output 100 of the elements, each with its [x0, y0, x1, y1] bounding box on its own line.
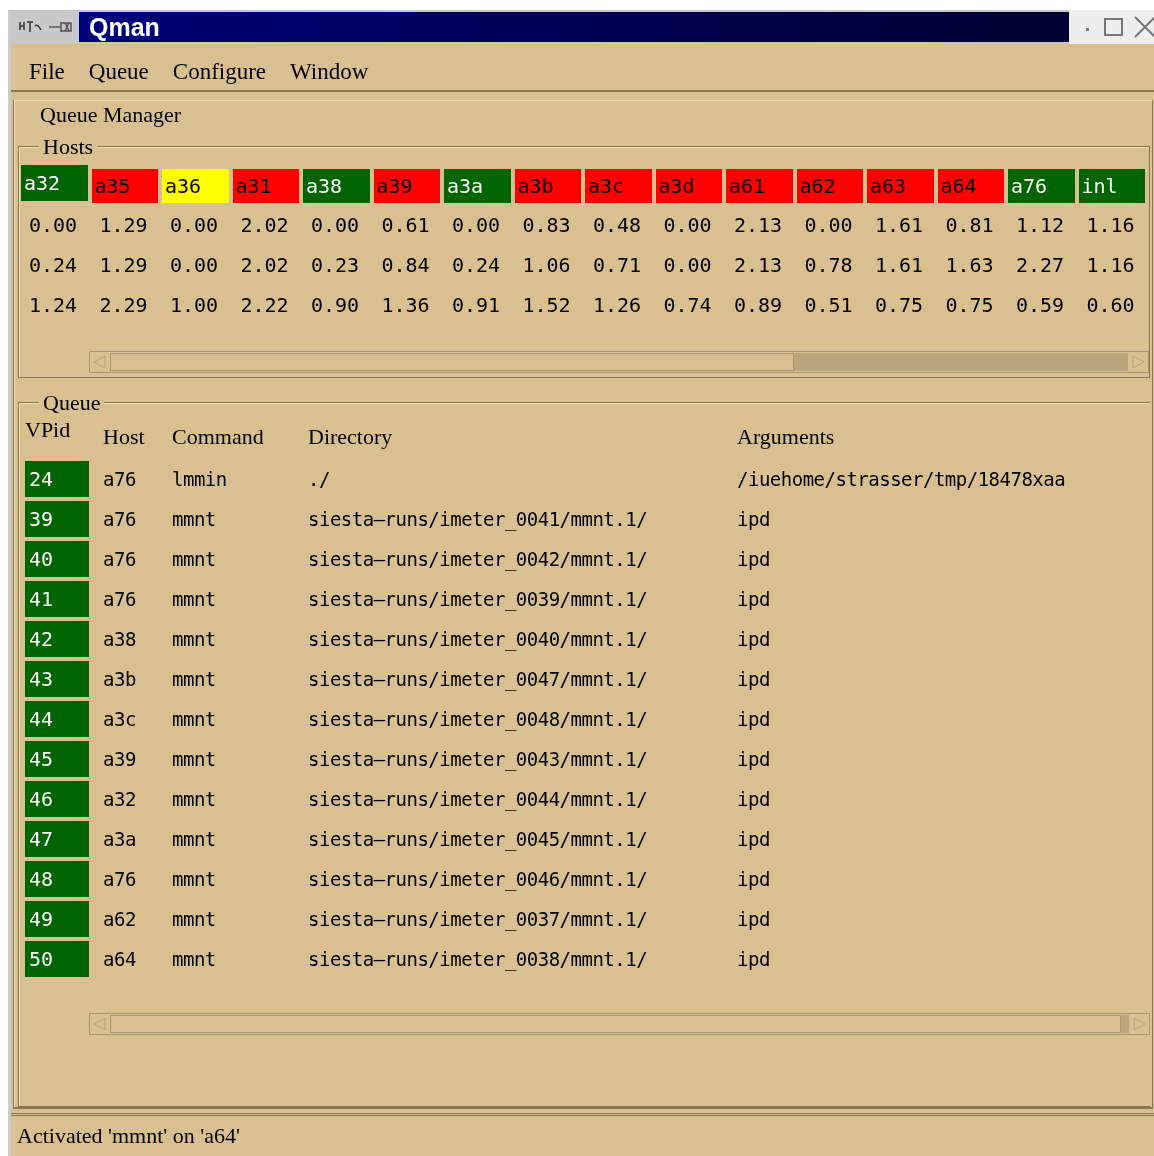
- vpid-cell[interactable]: 45: [25, 741, 89, 777]
- horizontal-scrollbar[interactable]: [89, 1013, 1150, 1035]
- table-cell-text: siesta–runs/imeter_0048/mmnt.1/: [307, 707, 649, 733]
- vpid-cell[interactable]: 24: [25, 461, 89, 497]
- load-value: 0.00: [169, 212, 220, 239]
- horizontal-scrollbar[interactable]: [89, 351, 1149, 373]
- column-header[interactable]: Directory: [302, 417, 731, 457]
- host-status-cell[interactable]: a64: [937, 169, 1004, 203]
- column-header[interactable]: Command: [166, 417, 302, 457]
- vpid-cell[interactable]: 43: [25, 661, 89, 697]
- table-cell-text: ipd: [736, 907, 771, 932]
- table-cell-text: ./: [307, 467, 331, 492]
- table-cell-text: /iuehome/strasser/tmp/18478xaa: [736, 467, 1067, 492]
- host-status-cell[interactable]: a62: [796, 169, 863, 203]
- vpid-cell[interactable]: 39: [25, 501, 89, 537]
- table-cell-text: siesta–runs/imeter_0043/mmnt.1/: [307, 747, 649, 773]
- vpid-cell[interactable]: 40: [25, 541, 89, 577]
- vpid-cell[interactable]: 44: [25, 701, 89, 737]
- host-status-cell[interactable]: a61: [726, 169, 793, 203]
- load-value: 2.22: [239, 292, 290, 319]
- load-value: 0.75: [944, 292, 995, 319]
- load-value: 0.83: [521, 212, 572, 239]
- table-cell-text: mmnt: [171, 867, 217, 892]
- load-value: 1.61: [874, 212, 925, 239]
- table-cell-text: siesta–runs/imeter_0041/mmnt.1/: [307, 507, 649, 533]
- load-value: 0.61: [380, 212, 431, 239]
- load-value: 2.13: [733, 212, 784, 239]
- host-status-cell[interactable]: inl: [1078, 169, 1145, 203]
- table-cell-text: mmnt: [171, 827, 217, 852]
- table-cell-text: mmnt: [171, 787, 217, 812]
- table-cell-text: ipd: [736, 787, 771, 812]
- load-value: 0.91: [451, 292, 502, 319]
- host-status-cell[interactable]: a3a: [444, 169, 511, 203]
- menu-item[interactable]: Queue: [88, 59, 149, 85]
- load-value: 1.16: [1085, 252, 1136, 279]
- load-value: 1.24: [28, 292, 79, 319]
- host-status-cell[interactable]: a76: [1008, 169, 1075, 203]
- load-value: 1.29: [98, 252, 149, 279]
- table-cell-text: a62: [102, 907, 137, 932]
- host-status-cell[interactable]: a35: [91, 169, 158, 203]
- table-cell-text: siesta–runs/imeter_0038/mmnt.1/: [307, 947, 649, 973]
- column-header[interactable]: VPid: [25, 417, 97, 457]
- table-cell-text: siesta–runs/imeter_0040/mmnt.1/: [307, 627, 649, 653]
- table-cell-text: siesta–runs/imeter_0045/mmnt.1/: [307, 827, 649, 853]
- close-icon[interactable]: [1133, 15, 1154, 39]
- table-cell-text: ipd: [736, 587, 771, 612]
- column-header[interactable]: Arguments: [731, 417, 1150, 457]
- load-value: 2.29: [98, 292, 149, 319]
- table-cell-text: ipd: [736, 707, 771, 732]
- table-cell-text: ipd: [736, 947, 771, 972]
- vpid-cell[interactable]: 47: [25, 821, 89, 857]
- host-status-cell[interactable]: a3d: [655, 169, 722, 203]
- maximize-icon[interactable]: [1103, 16, 1125, 38]
- menu-item[interactable]: Configure: [172, 59, 267, 85]
- column-header[interactable]: Host: [97, 417, 166, 457]
- table-cell-text: ipd: [736, 667, 771, 692]
- table-cell-text: ipd: [736, 827, 771, 852]
- vpid-cell[interactable]: 49: [25, 901, 89, 937]
- vpid-cell[interactable]: 50: [25, 941, 89, 977]
- load-value: 0.71: [592, 252, 643, 279]
- table-cell-text: mmnt: [171, 947, 217, 972]
- table-cell-text: mmnt: [171, 587, 217, 612]
- table-cell-text: lmmin: [171, 467, 228, 492]
- host-status-cell[interactable]: a38: [303, 169, 370, 203]
- load-value: 0.00: [169, 252, 220, 279]
- host-status-cell[interactable]: a31: [232, 169, 299, 203]
- load-value: 0.74: [662, 292, 713, 319]
- vpid-cell[interactable]: 41: [25, 581, 89, 617]
- table-cell-text: mmnt: [171, 747, 217, 772]
- load-value: 0.00: [310, 212, 361, 239]
- load-value: 1.29: [98, 212, 149, 239]
- vpid-cell[interactable]: 42: [25, 621, 89, 657]
- vpid-cell[interactable]: 46: [25, 781, 89, 817]
- table-cell-text: ipd: [736, 547, 771, 572]
- table-cell-text: siesta–runs/imeter_0047/mmnt.1/: [307, 667, 649, 693]
- vpid-cell[interactable]: 48: [25, 861, 89, 897]
- load-value: 0.90: [310, 292, 361, 319]
- menu-item[interactable]: File: [29, 59, 65, 85]
- host-status-cell[interactable]: a3b: [514, 169, 581, 203]
- load-value: 2.02: [239, 212, 290, 239]
- load-value: 0.00: [451, 212, 502, 239]
- host-status-cell[interactable]: a3c: [585, 169, 652, 203]
- table-cell-text: siesta–runs/imeter_0037/mmnt.1/: [307, 907, 649, 933]
- load-value: 0.59: [1015, 292, 1066, 319]
- status-message: Activated 'mmnt' on 'a64': [17, 1123, 240, 1149]
- table-cell-text: mmnt: [171, 907, 217, 932]
- host-status-cell[interactable]: a36: [162, 169, 229, 203]
- host-status-cell[interactable]: a63: [867, 169, 934, 203]
- load-value: 0.24: [28, 252, 79, 279]
- table-cell-text: siesta–runs/imeter_0046/mmnt.1/: [307, 867, 649, 893]
- load-value: 0.00: [662, 212, 713, 239]
- table-cell-text: a3a: [102, 827, 137, 852]
- host-status-cell[interactable]: a32: [21, 165, 88, 201]
- table-cell-text: a38: [102, 627, 137, 652]
- host-status-cell[interactable]: a39: [373, 169, 440, 203]
- window-title: Qman: [89, 12, 160, 42]
- load-value: 1.26: [592, 292, 643, 319]
- table-cell-text: a76: [102, 867, 137, 892]
- menu-item[interactable]: Window: [290, 59, 369, 85]
- table-cell-text: mmnt: [171, 547, 217, 572]
